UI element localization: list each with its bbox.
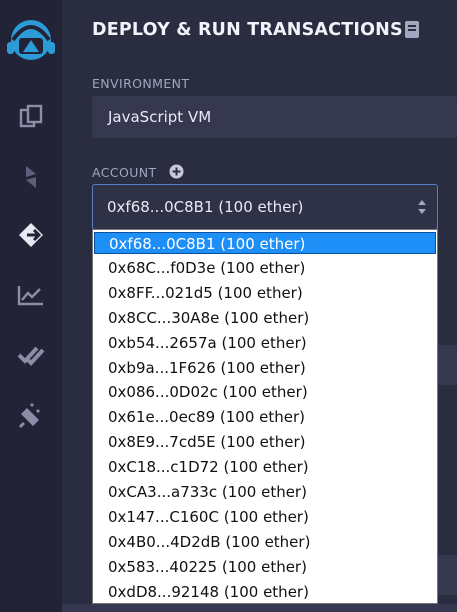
account-option[interactable]: 0x147...C160C (100 ether) (94, 506, 436, 528)
environment-value: JavaScript VM (108, 108, 212, 126)
background-field-fragment (62, 604, 457, 612)
icon-rail (0, 0, 62, 612)
account-label: ACCOUNT (92, 165, 157, 180)
account-selected-value: 0xf68...0C8B1 (100 ether) (107, 198, 304, 216)
account-option[interactable]: 0x61e...0ec89 (100 ether) (94, 406, 436, 428)
account-option[interactable]: 0x086...0D02c (100 ether) (94, 381, 436, 403)
file-explorer-icon[interactable] (0, 94, 62, 138)
account-select[interactable]: 0xf68...0C8B1 (100 ether) (92, 184, 438, 230)
background-field-fragment (438, 345, 457, 385)
add-account-icon[interactable] (169, 164, 184, 183)
account-option[interactable]: 0xf68...0C8B1 (100 ether) (94, 232, 436, 254)
background-field-fragment (438, 555, 457, 595)
account-option[interactable]: 0x8E9...7cd5E (100 ether) (94, 431, 436, 453)
documentation-icon[interactable] (405, 21, 419, 42)
tests-check-icon[interactable] (0, 334, 62, 378)
account-option[interactable]: 0x8FF...021d5 (100 ether) (94, 282, 436, 304)
account-option[interactable]: 0xb9a...1F626 (100 ether) (94, 357, 436, 379)
select-arrows-icon (417, 199, 427, 219)
account-option[interactable]: 0x8CC...30A8e (100 ether) (94, 307, 436, 329)
plugin-icon[interactable] (0, 394, 62, 438)
page-title: DEPLOY & RUN TRANSACTIONS (92, 20, 403, 40)
account-option[interactable]: 0x68C...f0D3e (100 ether) (94, 257, 436, 279)
analytics-icon[interactable] (0, 273, 62, 317)
account-option[interactable]: 0xdD8...92148 (100 ether) (94, 581, 436, 603)
remix-logo-icon[interactable] (0, 14, 62, 66)
account-option[interactable]: 0xC18...c1D72 (100 ether) (94, 456, 436, 478)
account-option[interactable]: 0x4B0...4D2dB (100 ether) (94, 531, 436, 553)
compiler-icon[interactable] (0, 155, 62, 199)
environment-label: ENVIRONMENT (92, 76, 190, 91)
account-dropdown-list[interactable]: 0xf68...0C8B1 (100 ether) 0x68C...f0D3e (… (92, 229, 438, 604)
deploy-run-icon[interactable] (0, 213, 62, 257)
environment-select[interactable]: JavaScript VM (92, 96, 457, 138)
account-option[interactable]: 0xb54...2657a (100 ether) (94, 332, 436, 354)
account-option[interactable]: 0xCA3...a733c (100 ether) (94, 481, 436, 503)
account-option[interactable]: 0x583...40225 (100 ether) (94, 556, 436, 578)
